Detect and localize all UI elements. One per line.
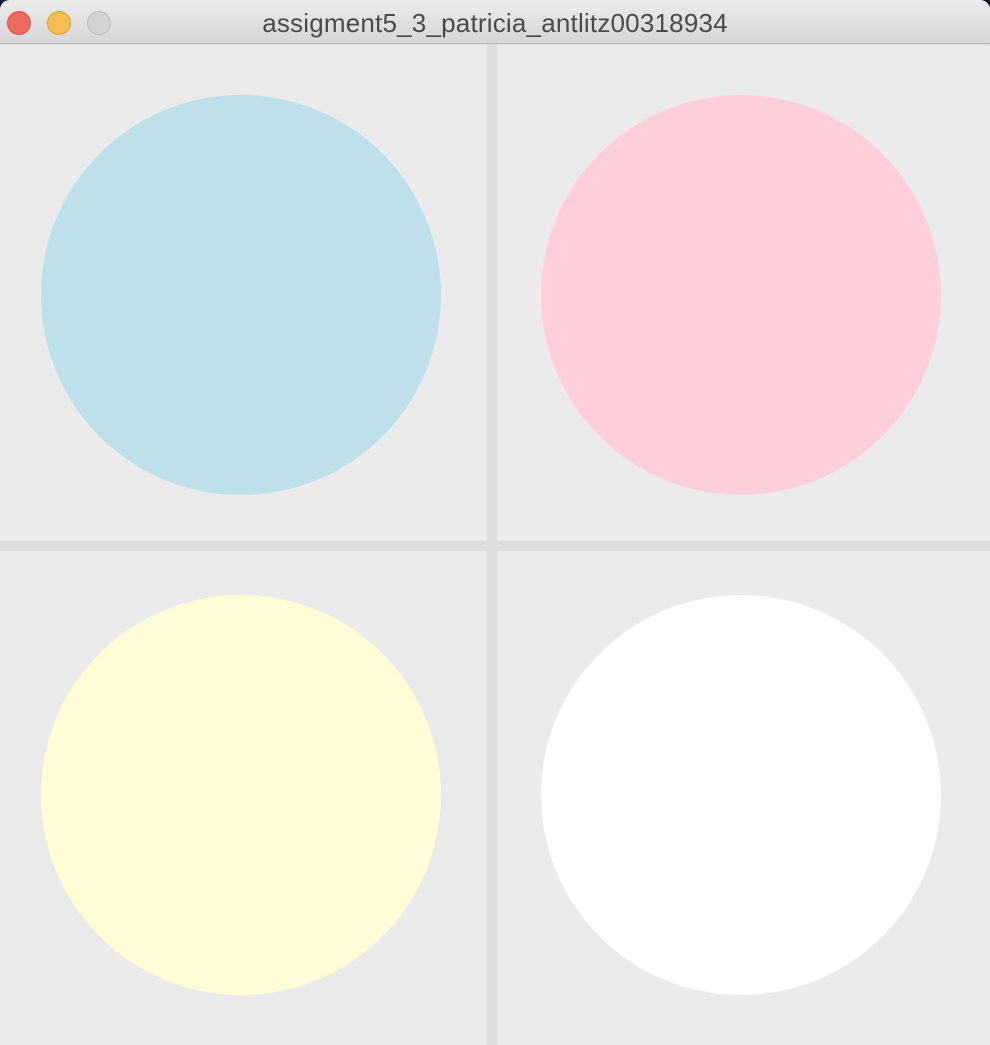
circle-bottom-left[interactable] [41, 595, 441, 995]
quadrant-bottom-left[interactable] [0, 551, 487, 1045]
circle-top-left[interactable] [41, 95, 441, 495]
window-title: assigment5_3_patricia_antlitz00318934 [262, 8, 728, 38]
quadrant-bottom-right[interactable] [497, 551, 990, 1045]
quadrant-top-right[interactable] [497, 45, 990, 541]
app-window: assigment5_3_patricia_antlitz00318934 [0, 0, 990, 1045]
sketch-canvas[interactable] [0, 45, 990, 1045]
quadrant-top-left[interactable] [0, 45, 487, 541]
title-bar[interactable]: assigment5_3_patricia_antlitz00318934 [0, 0, 990, 44]
circle-bottom-right[interactable] [541, 595, 941, 995]
circle-top-right[interactable] [541, 95, 941, 495]
